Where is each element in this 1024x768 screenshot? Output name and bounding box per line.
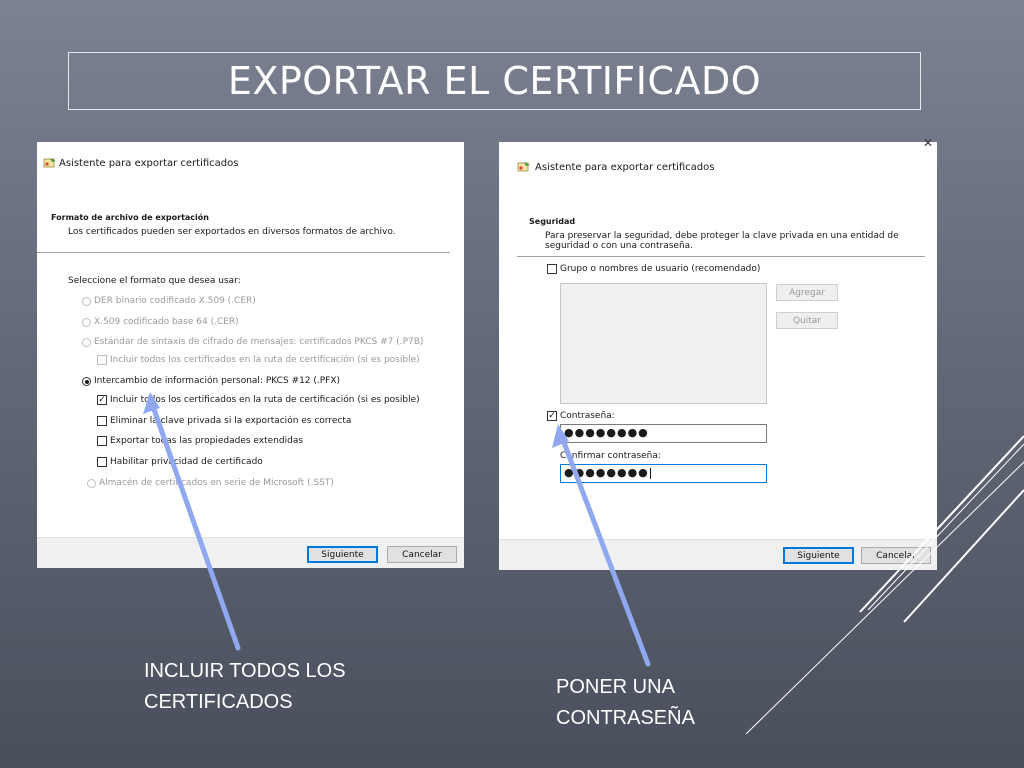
add-button[interactable]: Agregar	[776, 284, 838, 301]
checkbox-label: Eliminar la clave privada si la exportac…	[110, 416, 352, 426]
radio-base64-cer[interactable]	[82, 318, 91, 327]
dialog-title: Asistente para exportar certificados	[59, 158, 239, 169]
caption-line: INCLUIR TODOS LOS	[144, 660, 346, 682]
option-label: DER binario codificado X.509 (.CER)	[94, 296, 256, 306]
checkbox-p7b-include-all[interactable]	[97, 355, 107, 365]
remove-button[interactable]: Quitar	[776, 312, 838, 329]
export-format-dialog: Asistente para exportar certificados For…	[37, 142, 464, 568]
section-heading: Formato de archivo de exportación	[51, 213, 209, 222]
password-input[interactable]: ●●●●●●●●	[560, 424, 767, 443]
caption-line: CONTRASEÑA	[556, 707, 695, 729]
close-icon[interactable]: ✕	[923, 136, 933, 150]
option-label: Almacén de certificados en serie de Micr…	[99, 478, 334, 488]
option-label: X.509 codificado base 64 (.CER)	[94, 317, 239, 327]
dialog-title: Asistente para exportar certificados	[535, 162, 715, 173]
next-button[interactable]: Siguiente	[783, 547, 854, 564]
section-description: Para preservar la seguridad, debe proteg…	[545, 231, 899, 241]
radio-pkcs12-pfx[interactable]	[82, 377, 91, 386]
checkbox-group-or-users[interactable]	[547, 264, 557, 274]
certificate-wizard-icon	[43, 157, 57, 169]
checkbox-certificate-privacy[interactable]	[97, 457, 107, 467]
radio-pkcs7-p7b[interactable]	[82, 338, 91, 347]
password-label: Contraseña:	[560, 411, 615, 421]
section-description: Los certificados pueden ser exportados e…	[68, 227, 396, 237]
caption-line: CERTIFICADOS	[144, 691, 293, 713]
checkbox-label: Exportar todas las propiedades extendida…	[110, 436, 304, 446]
next-button[interactable]: Siguiente	[307, 546, 378, 563]
certificate-wizard-icon	[517, 161, 531, 173]
text-caret	[649, 467, 651, 479]
checkbox-label: Habilitar privacidad de certificado	[110, 457, 263, 467]
slide-title: EXPORTAR EL CERTIFICADO	[68, 52, 921, 110]
option-label: Intercambio de información personal: PKC…	[94, 376, 341, 386]
checkbox-export-extended-properties[interactable]	[97, 436, 107, 446]
checkbox-password[interactable]: ✓	[547, 411, 557, 421]
checkbox-label: Incluir todos los certificados en la rut…	[110, 355, 420, 365]
cancel-button[interactable]: Cancelar	[861, 547, 931, 564]
header-divider	[517, 256, 925, 257]
caption-set-password: PONER UNA CONTRASEÑA	[556, 672, 695, 734]
checkbox-include-all-certs[interactable]: ✓	[97, 395, 107, 405]
checkbox-label: Incluir todos los certificados en la rut…	[110, 395, 420, 405]
checkbox-delete-private-key[interactable]	[97, 416, 107, 426]
caption-line: PONER UNA	[556, 676, 675, 698]
confirm-password-value: ●●●●●●●●	[564, 466, 649, 479]
confirm-password-label: Confirmar contraseña:	[560, 451, 661, 461]
checkbox-label: Grupo o nombres de usuario (recomendado)	[560, 264, 761, 274]
section-heading: Seguridad	[529, 217, 576, 226]
option-label: Estándar de sintaxis de cifrado de mensa…	[94, 337, 424, 347]
section-description: seguridad o con una contraseña.	[545, 241, 694, 251]
header-divider	[37, 252, 450, 253]
radio-der-cer[interactable]	[82, 297, 91, 306]
cancel-button[interactable]: Cancelar	[387, 546, 457, 563]
radio-sst[interactable]	[87, 479, 96, 488]
confirm-password-input[interactable]: ●●●●●●●●	[560, 464, 767, 483]
caption-include-all: INCLUIR TODOS LOS CERTIFICADOS	[144, 656, 346, 718]
format-prompt: Seleccione el formato que desea usar:	[68, 276, 241, 286]
security-dialog: ✕ Asistente para exportar certificados S…	[499, 136, 937, 570]
users-listbox[interactable]	[560, 283, 767, 404]
password-value: ●●●●●●●●	[564, 426, 649, 439]
